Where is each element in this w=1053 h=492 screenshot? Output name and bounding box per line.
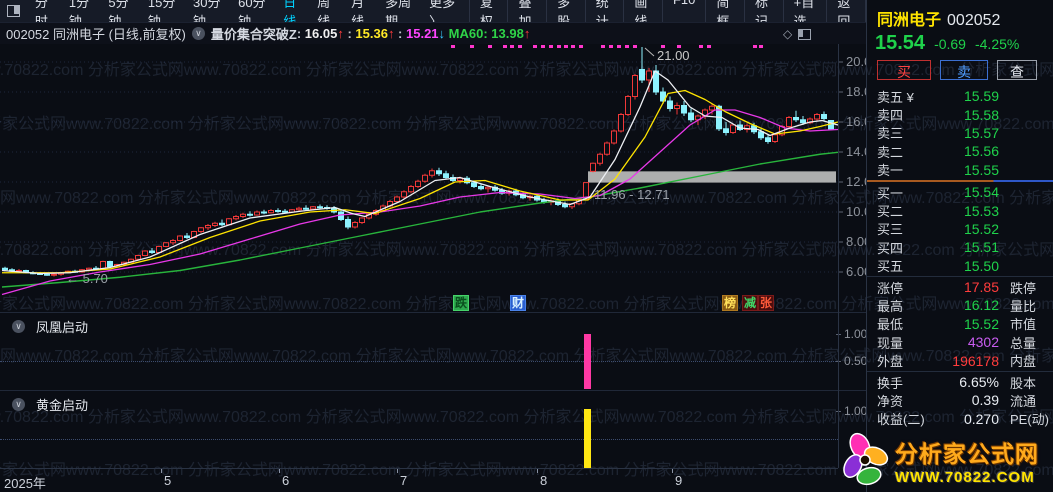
- indicator-values: : 16.05↑ : 15.36↑ : 15.21↓ MA60: 13.98↑: [297, 26, 531, 41]
- stock-code: 002052: [947, 12, 1001, 29]
- svg-text:10.00: 10.00: [846, 204, 866, 219]
- period-toolbar: 分时1分钟5分钟15分钟30分钟60分钟日线周线月线多周期更多 〉 复权叠加多股…: [0, 0, 867, 30]
- order-book: 卖五 ¥15.59 卖四 15.58 卖三 15.57 卖二 15.56 卖一 15.55 买一 1…: [867, 87, 1053, 428]
- panel-collapse-icon[interactable]: ∨: [12, 320, 25, 333]
- panel-axis-label: 1.00: [844, 327, 868, 341]
- last-price: 15.54: [875, 32, 926, 54]
- price-row: 15.54 -0.69 -4.25%: [875, 32, 1019, 55]
- svg-text:11.96 - 12.71: 11.96 - 12.71: [594, 187, 670, 202]
- time-axis-label: 9: [675, 473, 683, 488]
- quote-row[interactable]: 涨停 17.85 跌停: [867, 278, 1053, 296]
- quote-row[interactable]: 收益(二) 0.270 PE(动): [867, 410, 1053, 428]
- time-axis-label: 8: [540, 473, 548, 488]
- price-change-pct: -4.25%: [974, 36, 1020, 52]
- price-change: -0.69: [934, 36, 966, 52]
- svg-text:14.00: 14.00: [846, 144, 866, 159]
- event-badge[interactable]: 减: [742, 295, 759, 311]
- trend-arrow-icon: ↑: [523, 26, 531, 41]
- indicator-value: 15.36: [355, 26, 388, 41]
- panel-collapse-icon[interactable]: ∨: [12, 398, 25, 411]
- event-badge[interactable]: 张: [758, 295, 775, 311]
- diamond-icon[interactable]: ◇: [783, 27, 792, 41]
- signal-bar: [584, 334, 591, 389]
- quote-row[interactable]: 卖二 15.56: [867, 142, 1053, 160]
- svg-text:8.00: 8.00: [846, 234, 866, 249]
- time-axis-label: 5: [164, 473, 172, 488]
- svg-text:21.00: 21.00: [657, 48, 690, 63]
- indicator-bar: 002052 同洲电子 (日线,前复权) ∨ 量价集合突破Z : 16.05↑ …: [0, 22, 866, 44]
- event-badge[interactable]: 榜: [722, 295, 739, 311]
- trade-buttons: 买卖查: [877, 60, 1037, 80]
- indicator-bar-icons: ◇: [783, 23, 812, 45]
- price-axis-line: [838, 44, 839, 468]
- layout-icon[interactable]: [7, 5, 20, 17]
- indicator-name: 量价集合突破Z: [210, 27, 297, 42]
- stock-code-label: 002052 同洲电子 (日线,前复权): [6, 27, 186, 42]
- panel-axis-label: 0.50: [844, 354, 868, 368]
- quote-row[interactable]: 现量 4302 总量: [867, 333, 1053, 351]
- svg-text:12.00: 12.00: [846, 174, 866, 189]
- bid-ask-divider: [867, 179, 1053, 182]
- quote-row[interactable]: 买五 15.50: [867, 257, 1053, 275]
- quote-row[interactable]: 卖一 15.55: [867, 161, 1053, 179]
- stock-name: 同洲电子: [877, 12, 942, 29]
- panel-title: 黄金启动: [36, 398, 89, 413]
- quote-row[interactable]: 买三 15.52: [867, 220, 1053, 238]
- candlestick-chart: 20.00 18.00 16.00 14.00 12.00 10.00 8.00 6.00 21…: [0, 45, 866, 296]
- quote-row[interactable]: 外盘 196178 内盘: [867, 351, 1053, 370]
- site-logo: 分析家公式网 WWW.70822.COM: [843, 429, 1053, 491]
- quote-row[interactable]: 买四 15.51: [867, 238, 1053, 256]
- event-badge[interactable]: 跌: [453, 295, 470, 311]
- quote-row[interactable]: 卖三 15.57: [867, 124, 1053, 142]
- collapse-icon[interactable]: ∨: [191, 27, 205, 40]
- svg-text:16.00: 16.00: [846, 114, 866, 129]
- quote-row[interactable]: 净资 0.39 流通: [867, 391, 1053, 409]
- panel-title: 凤凰启动: [36, 320, 89, 335]
- indicator-separator: :: [296, 26, 305, 41]
- indicator-value: 15.21: [406, 26, 439, 41]
- quote-row[interactable]: 最高 16.12 量比: [867, 296, 1053, 314]
- split-window-icon[interactable]: [798, 28, 812, 40]
- stock-trading-app: 分析家公式网www.70822.com 分析家公式网www.70822.com …: [0, 0, 1053, 492]
- logo-url: WWW.70822.COM: [895, 468, 1035, 486]
- time-axis-label: 7: [400, 473, 408, 488]
- time-axis-label: 6: [282, 473, 290, 488]
- indicator-panel: ∨ 黄金启动 1.00: [0, 390, 868, 468]
- quote-panel: 同洲电子 002052 15.54 -0.69 -4.25% 买卖查 卖五 ¥15…: [866, 0, 1053, 492]
- quote-row[interactable]: 买二 15.53: [867, 201, 1053, 220]
- quote-row[interactable]: 卖五 ¥15.59: [867, 87, 1053, 105]
- time-axis: 2025年 5 6 7 8 9: [0, 468, 838, 492]
- quote-title: 同洲电子 002052: [877, 6, 1000, 30]
- signal-bar: [584, 409, 591, 468]
- svg-text:← 5.70: ← 5.70: [66, 271, 108, 286]
- quote-row[interactable]: 最低 15.52 市值: [867, 315, 1053, 333]
- quote-row[interactable]: 换手 6.65% 股本: [867, 373, 1053, 391]
- event-badge[interactable]: 财: [510, 295, 527, 311]
- logo-title: 分析家公式网: [895, 440, 1039, 467]
- trade-button-查[interactable]: 查: [997, 60, 1037, 80]
- indicator-separator: :: [343, 26, 356, 41]
- trade-button-卖[interactable]: 卖: [940, 60, 988, 80]
- indicator-value: 16.05: [304, 26, 338, 41]
- svg-text:6.00: 6.00: [846, 264, 866, 279]
- time-axis-label: 2025年: [4, 476, 46, 491]
- panel-axis-label: 1.00: [844, 404, 868, 418]
- flower-icon: [843, 432, 889, 486]
- quote-row[interactable]: 买一 15.54: [867, 183, 1053, 201]
- svg-text:18.00: 18.00: [846, 84, 866, 99]
- indicator-panel: ∨ 凤凰启动 1.00 0.50: [0, 312, 868, 390]
- indicator-separator: :: [394, 26, 406, 41]
- trade-button-买[interactable]: 买: [877, 60, 931, 80]
- indicator-value: MA60: 13.98: [448, 26, 524, 41]
- svg-text:20.00: 20.00: [846, 54, 866, 69]
- quote-row[interactable]: 卖四 15.58: [867, 105, 1053, 124]
